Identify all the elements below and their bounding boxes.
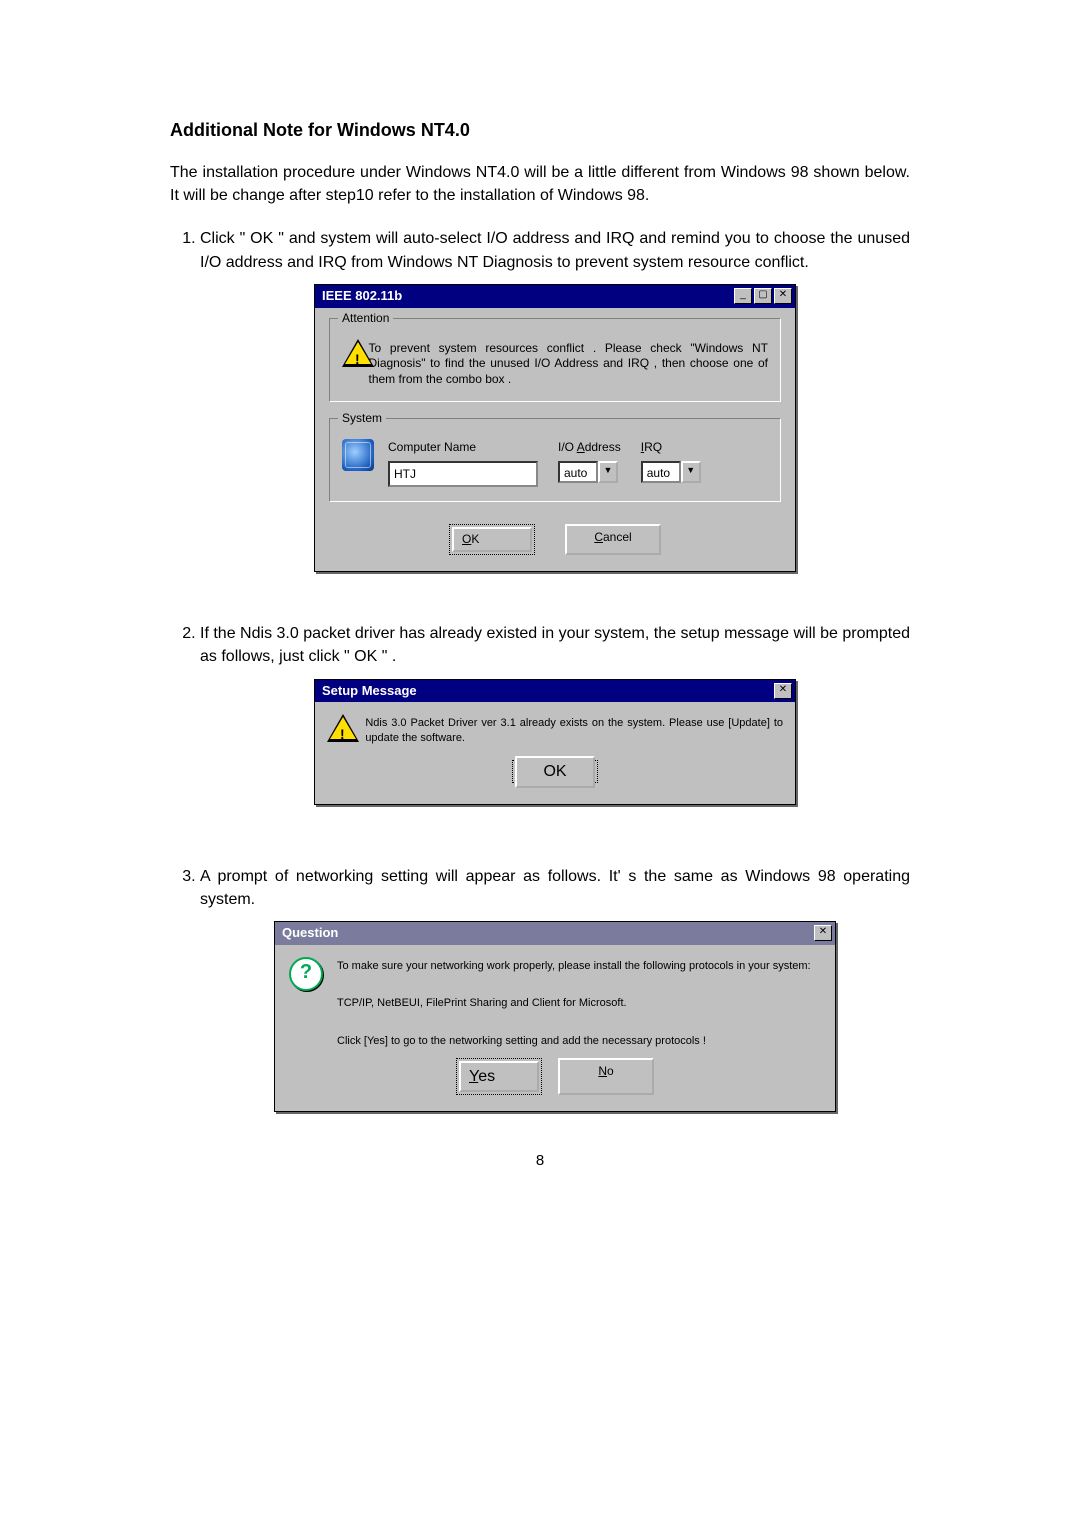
computer-name-field: Computer Name [388, 439, 538, 486]
io-address-value: auto [558, 461, 598, 483]
irq-field: IRQ auto ▼ [641, 439, 701, 486]
step-3: A prompt of networking setting will appe… [200, 865, 910, 1113]
irq-label: IRQ [641, 439, 701, 456]
irq-combobox[interactable]: auto ▼ [641, 461, 701, 483]
attention-group: Attention ! To prevent system resources … [329, 318, 781, 403]
warning-icon: ! [327, 714, 353, 746]
step-1: Click " OK " and system will auto-select… [200, 227, 910, 572]
yes-button[interactable]: Yes [456, 1058, 542, 1095]
computer-name-label: Computer Name [388, 439, 538, 456]
minimize-button[interactable]: _ [734, 288, 752, 304]
section-heading: Additional Note for Windows NT4.0 [170, 120, 910, 141]
close-button[interactable]: ✕ [774, 288, 792, 304]
instruction-list: Click " OK " and system will auto-select… [170, 227, 910, 1112]
document-page: Additional Note for Windows NT4.0 The in… [0, 0, 1080, 1249]
maximize-button[interactable]: ▢ [754, 288, 772, 304]
computer-name-input[interactable] [388, 461, 538, 487]
cancel-button[interactable]: Cancel [565, 524, 661, 555]
window-buttons: _ ▢ ✕ [734, 288, 792, 304]
close-button[interactable]: ✕ [814, 925, 832, 941]
ieee-dialog: IEEE 802.11b _ ▢ ✕ Attention ! [314, 284, 796, 572]
no-button[interactable]: No [558, 1058, 654, 1095]
chevron-down-icon[interactable]: ▼ [598, 461, 618, 483]
warning-icon: ! [342, 339, 357, 371]
ieee-dialog-body: Attention ! To prevent system resources … [315, 308, 795, 572]
computer-icon [342, 439, 374, 471]
setup-message-text: Ndis 3.0 Packet Driver ver 3.1 already e… [365, 714, 783, 745]
question-line-2: TCP/IP, NetBEUI, FilePrint Sharing and C… [337, 997, 627, 1009]
question-title: Question [278, 924, 814, 943]
attention-text: To prevent system resources conflict . P… [369, 339, 769, 388]
setup-message-title: Setup Message [318, 682, 774, 701]
step-1-text: Click " OK " and system will auto-select… [200, 230, 910, 270]
question-line-1: To make sure your networking work proper… [337, 960, 811, 972]
attention-legend: Attention [338, 310, 393, 327]
question-line-3: Click [Yes] to go to the networking sett… [337, 1035, 706, 1047]
io-address-combobox[interactable]: auto ▼ [558, 461, 618, 483]
system-group: System Computer Name I/O Address [329, 418, 781, 501]
page-number: 8 [170, 1152, 910, 1169]
intro-paragraph: The installation procedure under Windows… [170, 161, 910, 207]
ok-button[interactable]: OK [449, 524, 535, 555]
ok-button[interactable]: OK [512, 760, 598, 783]
io-address-label: I/O Address [558, 439, 621, 456]
io-address-field: I/O Address auto ▼ [558, 439, 621, 486]
question-text: To make sure your networking work proper… [337, 957, 811, 1050]
system-legend: System [338, 410, 386, 427]
question-titlebar: Question ✕ [275, 922, 835, 945]
step-3-text: A prompt of networking setting will appe… [200, 868, 910, 908]
step-2: If the Ndis 3.0 packet driver has alread… [200, 622, 910, 804]
ieee-dialog-title: IEEE 802.11b [318, 287, 734, 306]
question-dialog: Question ✕ ? To make sure your networkin… [274, 921, 836, 1112]
chevron-down-icon[interactable]: ▼ [681, 461, 701, 483]
setup-message-dialog: Setup Message ✕ ! Ndis 3.0 Packet Driver… [314, 679, 796, 805]
irq-value: auto [641, 461, 681, 483]
ieee-dialog-titlebar: IEEE 802.11b _ ▢ ✕ [315, 285, 795, 308]
ieee-dialog-buttons: OK Cancel [329, 518, 781, 557]
step-2-text: If the Ndis 3.0 packet driver has alread… [200, 625, 910, 665]
question-icon: ? [289, 957, 323, 991]
setup-message-titlebar: Setup Message ✕ [315, 680, 795, 703]
close-button[interactable]: ✕ [774, 683, 792, 699]
